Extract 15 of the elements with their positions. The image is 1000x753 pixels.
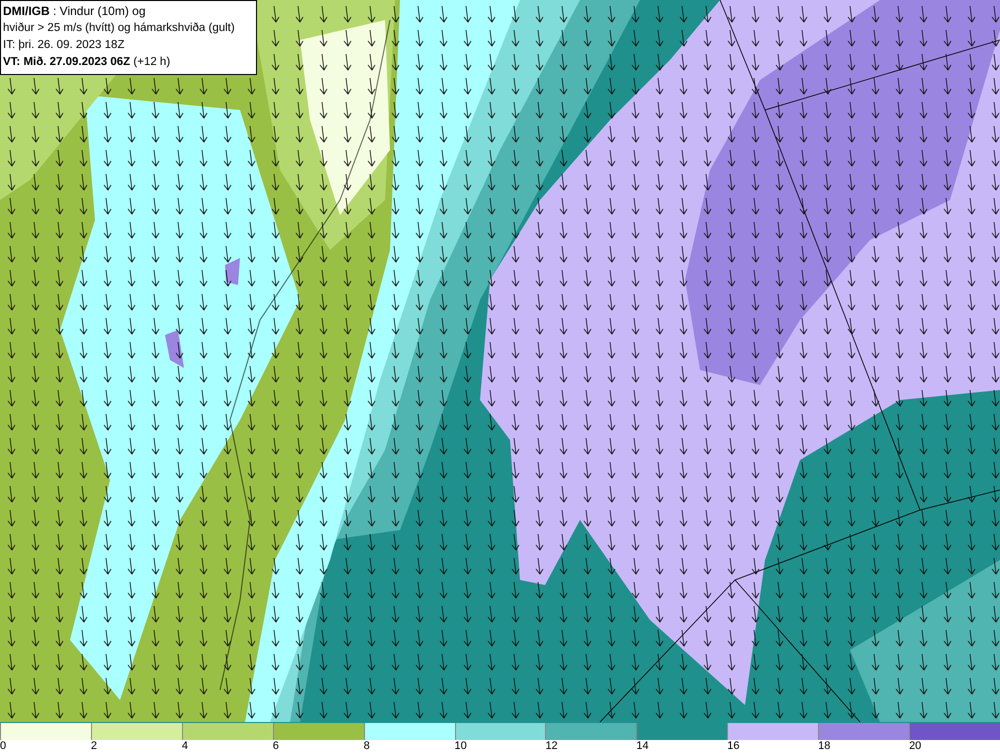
legend-label: 8 — [364, 740, 370, 752]
legend-label: 18 — [818, 740, 830, 752]
legend-label: 2 — [90, 740, 98, 752]
legend-label: 20 — [909, 740, 922, 752]
header-text: hviður > 25 m/s (hvítt) og hámarkshviða (gult) — [3, 21, 235, 36]
header-text: DMI/IGB : Vindur (10m) og — [3, 3, 146, 20]
legend-label: 4 — [182, 740, 188, 752]
legend-label: 0 — [0, 740, 6, 752]
legend-label: 10 — [454, 740, 467, 752]
header-text: VT: Mið. 27.09.2023 06Z (+12 h) — [3, 55, 170, 70]
legend-label: 6 — [272, 740, 279, 752]
legend-label: 14 — [636, 740, 649, 752]
legend-label: 16 — [727, 740, 740, 752]
header-text: IT: þri. 26. 09. 2023 18Z — [3, 38, 124, 53]
legend-label: 12 — [545, 740, 558, 752]
